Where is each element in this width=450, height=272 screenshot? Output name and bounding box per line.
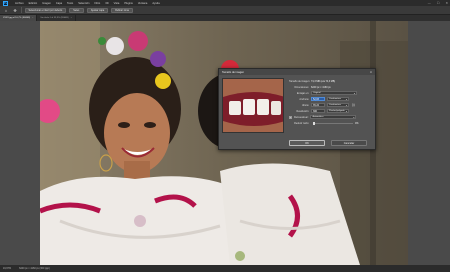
resample-select[interactable]: Automático ▾	[310, 114, 357, 120]
divider	[21, 7, 22, 13]
resolution-unit-select[interactable]: Píxeles/pulgada ▾	[327, 108, 349, 114]
menu-edicion[interactable]: Edición	[29, 2, 38, 5]
zoom-level[interactable]: 16,67%	[3, 267, 11, 270]
image-size-label: Tamaño de imagen:	[289, 79, 310, 83]
menu-texto[interactable]: Texto	[67, 2, 73, 5]
resolution-input[interactable]: 300	[311, 108, 325, 114]
noise-slider-knob[interactable]	[313, 121, 315, 125]
dimensions-value: 6240 px × 4160 px	[311, 85, 331, 89]
options-bar: ⌂ ✥ Seleccionar e inferir por defecto Se…	[0, 6, 450, 15]
menu-3d[interactable]: 3D	[105, 2, 108, 5]
cancel-button[interactable]: Cancelar	[331, 140, 367, 146]
refine-button[interactable]: Refinar zona	[111, 7, 133, 13]
dimensions-label: Dimensiones:	[294, 85, 309, 89]
photoshop-logo: Ps	[3, 0, 8, 6]
width-label: Anchura:	[299, 97, 309, 101]
maximize-button[interactable]: ☐	[437, 1, 440, 5]
move-tool-icon[interactable]: ✥	[12, 7, 18, 13]
fit-to-select[interactable]: Original ▾	[311, 90, 357, 96]
resolution-unit-value: Píxeles/pulgada	[329, 110, 345, 112]
image-size-value: 74,3 MB (era 74,3 MB)	[311, 79, 336, 83]
noise-value: 0%	[355, 121, 359, 125]
close-tab-icon[interactable]: ×	[32, 17, 33, 19]
chevron-down-icon: ▾	[345, 104, 347, 107]
ok-button[interactable]: OK	[289, 140, 325, 146]
close-tab-icon[interactable]: ×	[71, 17, 72, 19]
menu-plugins[interactable]: Plugins	[124, 2, 133, 5]
dialog-title-bar: Tamaño de imagen ✕	[219, 69, 375, 75]
menu-seleccion[interactable]: Selección	[78, 2, 89, 5]
resolution-label: Resolución:	[296, 109, 310, 113]
status-bar: 16,67% 6240 px × 4160 px (300 ppp)	[0, 265, 450, 272]
noise-label: Reducir ruido:	[294, 121, 309, 125]
width-input[interactable]: 52,83	[311, 96, 325, 102]
fit-to-value: Original	[313, 92, 321, 94]
select-button[interactable]: Selec.	[69, 7, 84, 13]
dialog-close-icon[interactable]: ✕	[370, 71, 372, 74]
chevron-down-icon: ▾	[345, 110, 347, 113]
menu-imagen[interactable]: Imagen	[42, 2, 51, 5]
document-info: 6240 px × 4160 px (300 ppp)	[19, 267, 50, 270]
menu-vista[interactable]: Vista	[114, 2, 120, 5]
resample-label: Remuestrear:	[294, 115, 309, 119]
noise-row: Reducir ruido: 0%	[289, 120, 374, 126]
menu-ayuda[interactable]: Ayuda	[152, 2, 159, 5]
resample-checkbox[interactable]: ✓	[289, 115, 292, 119]
tab-label: Sin título-1 al 33,3% (RGB/8)	[40, 17, 69, 19]
minimize-button[interactable]: —	[428, 1, 431, 5]
menu-ventana[interactable]: Ventana	[138, 2, 148, 5]
noise-slider[interactable]	[313, 121, 353, 125]
width-unit-select[interactable]: Centímetros ▾	[327, 96, 349, 102]
fit-to-label: Encajar en:	[296, 91, 309, 95]
dialog-title: Tamaño de imagen	[222, 70, 245, 74]
menu-capa[interactable]: Capa	[56, 2, 62, 5]
menu-archivo[interactable]: Archivo	[15, 2, 24, 5]
auto-select-button[interactable]: Seleccionar e inferir por defecto	[24, 7, 67, 13]
home-icon[interactable]: ⌂	[3, 7, 9, 13]
close-window-button[interactable]: ✕	[445, 1, 448, 5]
height-unit-value: Centímetros	[329, 104, 341, 106]
preview-image	[223, 79, 283, 132]
height-unit-select[interactable]: Centímetros ▾	[327, 102, 349, 108]
chevron-down-icon: ▾	[345, 98, 347, 101]
link-icon[interactable]: ⛓	[351, 103, 356, 107]
chevron-down-icon: ▾	[353, 92, 355, 95]
dialog-buttons: OK Cancelar	[289, 140, 367, 146]
resample-value: Automático	[312, 116, 324, 118]
preview-pane[interactable]	[222, 78, 284, 133]
chevron-down-icon: ▾	[353, 116, 355, 119]
width-unit-value: Centímetros	[329, 98, 341, 100]
height-label: Altura:	[302, 103, 309, 107]
dialog-fields: Tamaño de imagen: 74,3 MB (era 74,3 MB) …	[289, 78, 374, 126]
height-input[interactable]: 35,22	[311, 102, 325, 108]
tab-label: XXXX.jpg al 16,7% (RGB/8)	[3, 17, 31, 19]
menu-filtro[interactable]: Filtro	[94, 2, 100, 5]
adjust-layer-button[interactable]: Ajustar capa	[86, 7, 109, 13]
image-size-dialog: Tamaño de imagen ✕ Tamaño de imagen: 74,…	[218, 68, 376, 150]
